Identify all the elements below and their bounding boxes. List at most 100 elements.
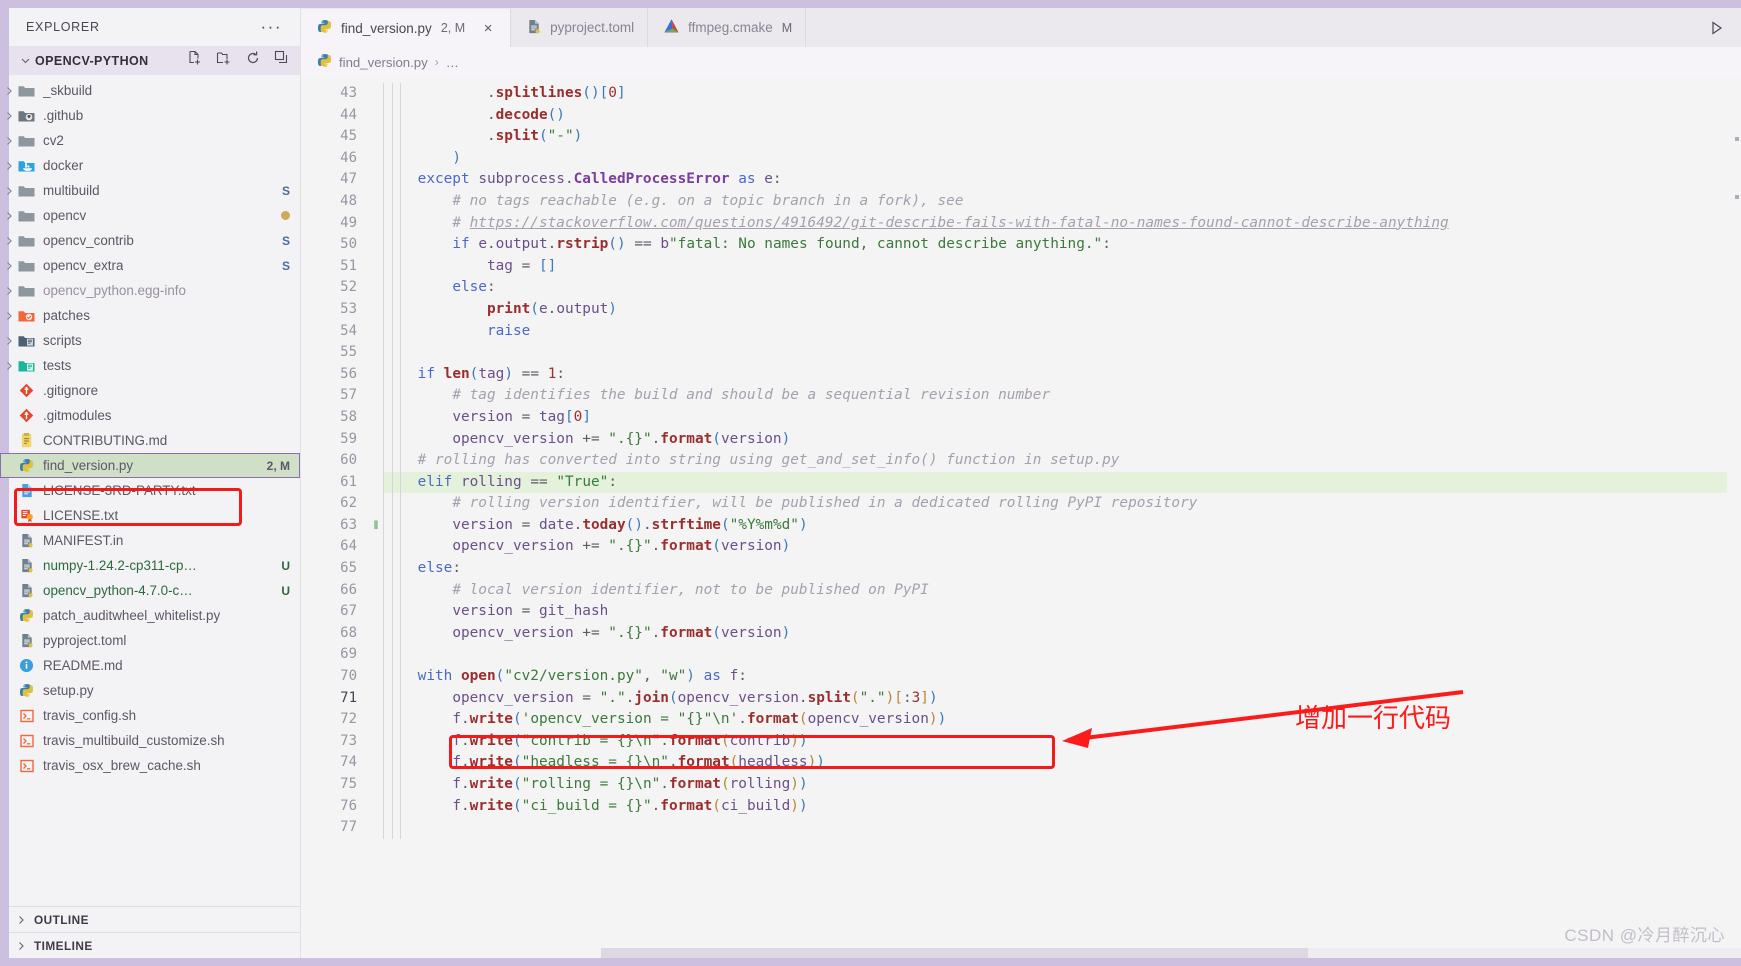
tree-folder-row[interactable]: patches xyxy=(0,303,300,328)
open-preview-icon[interactable] xyxy=(1693,8,1741,47)
tree-file-row[interactable]: LICENSE.txt xyxy=(0,503,300,528)
close-icon[interactable]: × xyxy=(479,21,497,36)
tree-file-row[interactable]: opencv_python-4.7.0-c… U xyxy=(0,578,300,603)
code-line[interactable]: else: xyxy=(383,558,1741,580)
code-line[interactable]: # tag identifies the build and should be… xyxy=(383,385,1741,407)
code-line[interactable]: opencv_version += ".{}".format(version) xyxy=(383,429,1741,451)
tree-file-row[interactable]: CONTRIBUTING.md xyxy=(0,428,300,453)
code-line[interactable]: opencv_version += ".{}".format(version) xyxy=(383,623,1741,645)
code-line[interactable]: ) xyxy=(383,148,1741,170)
code-line[interactable]: print(e.output) xyxy=(383,299,1741,321)
editor-gutter-slot xyxy=(369,105,383,127)
tree-folder-row[interactable]: .github xyxy=(0,103,300,128)
document-icon xyxy=(17,583,36,599)
code-line[interactable]: .splitlines()[0] xyxy=(383,83,1741,105)
tree-file-row[interactable]: MANIFEST.in xyxy=(0,528,300,553)
tree-file-row[interactable]: travis_multibuild_customize.sh xyxy=(0,728,300,753)
line-number-gutter: 43 44 45 46 47 48 49 50 51 52 53 54 55 56 57 58 59 60 61 62… xyxy=(301,77,369,958)
code-line[interactable]: # local version identifier, not to be pu… xyxy=(383,580,1741,602)
breadcrumb-file[interactable]: find_version.py xyxy=(339,55,428,70)
tree-file-row[interactable]: .gitignore xyxy=(0,378,300,403)
code-line[interactable] xyxy=(383,817,1741,839)
code-line[interactable] xyxy=(383,342,1741,364)
chevron-right-icon xyxy=(0,311,17,321)
tree-item-label: opencv_extra xyxy=(43,258,124,273)
code-line[interactable]: raise xyxy=(383,321,1741,343)
tree-file-row[interactable]: pyproject.toml xyxy=(0,628,300,653)
code-content[interactable]: .splitlines()[0] .decode() .split("-") )… xyxy=(383,77,1741,958)
code-line[interactable]: f.write('opencv_version = "{}"\n'.format… xyxy=(383,709,1741,731)
code-line[interactable] xyxy=(383,644,1741,666)
tree-file-row[interactable]: .gitmodules xyxy=(0,403,300,428)
file-tree[interactable]: _skbuild .github cv2 docker multibuild Sopenc… xyxy=(0,75,300,906)
tree-folder-row[interactable]: multibuild S xyxy=(0,178,300,203)
tree-folder-row[interactable]: opencv_contrib S xyxy=(0,228,300,253)
editor-scrollbar[interactable] xyxy=(1727,77,1741,958)
code-line[interactable]: f.write("rolling = {}\n".format(rolling)… xyxy=(383,774,1741,796)
tree-file-row[interactable]: setup.py xyxy=(0,678,300,703)
line-number: 68 xyxy=(340,624,357,641)
tree-folder-row[interactable]: _skbuild xyxy=(0,78,300,103)
breadcrumb[interactable]: find_version.py › … xyxy=(301,47,1741,77)
tree-folder-row[interactable]: scripts xyxy=(0,328,300,353)
code-line[interactable]: # rolling has converted into string usin… xyxy=(383,450,1741,472)
code-editor[interactable]: 43 44 45 46 47 48 49 50 51 52 53 54 55 56 57 58 59 60 61 62… xyxy=(301,77,1741,958)
tree-item-label: LICENSE.txt xyxy=(43,508,119,523)
tree-folder-row[interactable]: tests xyxy=(0,353,300,378)
tree-file-row[interactable]: numpy-1.24.2-cp311-cp… U xyxy=(0,553,300,578)
code-line[interactable]: f.write("contrib = {}\n".format(contrib)… xyxy=(383,731,1741,753)
code-line[interactable]: # rolling version identifier, will be pu… xyxy=(383,493,1741,515)
tree-folder-row[interactable]: opencv_extra S xyxy=(0,253,300,278)
scrollbar-thumb[interactable] xyxy=(601,948,1308,958)
cmake-icon xyxy=(664,19,679,36)
tree-file-row[interactable]: travis_osx_brew_cache.sh xyxy=(0,753,300,778)
code-line[interactable]: opencv_version += ".{}".format(version) xyxy=(383,536,1741,558)
code-line[interactable]: if len(tag) == 1: xyxy=(383,364,1741,386)
tree-item-label: setup.py xyxy=(43,683,94,698)
tree-file-row[interactable]: find_version.py 2, M xyxy=(0,453,300,478)
editor-gutter-slot xyxy=(369,321,383,343)
editor-gutter-slot xyxy=(369,536,383,558)
editor-tab[interactable]: pyproject.toml xyxy=(511,8,649,47)
collapse-all-icon[interactable] xyxy=(274,50,290,71)
code-line[interactable]: .decode() xyxy=(383,105,1741,127)
code-line[interactable]: # no tags reachable (e.g. on a topic bra… xyxy=(383,191,1741,213)
code-line[interactable]: version = date.today().strftime("%Y%m%d"… xyxy=(383,515,1741,537)
tree-file-row[interactable]: travis_config.sh xyxy=(0,703,300,728)
code-line[interactable]: f.write("headless = {}\n".format(headles… xyxy=(383,752,1741,774)
editor-tab[interactable]: find_version.py 2, M × xyxy=(301,8,512,47)
tree-folder-row[interactable]: docker xyxy=(0,153,300,178)
folder-icon xyxy=(17,208,36,224)
tree-file-row[interactable]: patch_auditwheel_whitelist.py xyxy=(0,603,300,628)
line-number: 44 xyxy=(340,106,357,123)
refresh-icon[interactable] xyxy=(245,50,261,71)
tree-folder-row[interactable]: opencv xyxy=(0,203,300,228)
code-line[interactable]: if e.output.rstrip() == b"fatal: No name… xyxy=(383,234,1741,256)
code-line[interactable]: elif rolling == "True": xyxy=(383,471,1741,494)
editor-tab[interactable]: ffmpeg.cmake M xyxy=(648,8,807,47)
explorer-more-actions-icon[interactable]: ··· xyxy=(257,18,286,35)
tree-folder-row[interactable]: cv2 xyxy=(0,128,300,153)
code-line[interactable]: else: xyxy=(383,277,1741,299)
code-line[interactable]: # https://stackoverflow.com/questions/49… xyxy=(383,213,1741,235)
project-root-row[interactable]: OPENCV-PYTHON xyxy=(0,46,300,75)
horizontal-scrollbar[interactable] xyxy=(601,948,1741,958)
code-line[interactable]: with open("cv2/version.py", "w") as f: xyxy=(383,666,1741,688)
panel-timeline[interactable]: TIMELINE xyxy=(0,932,300,958)
code-line[interactable]: version = tag[0] xyxy=(383,407,1741,429)
new-folder-icon[interactable] xyxy=(216,50,232,71)
code-line[interactable]: .split("-") xyxy=(383,126,1741,148)
tree-item-label: travis_config.sh xyxy=(43,708,137,723)
code-line[interactable]: except subprocess.CalledProcessError as … xyxy=(383,169,1741,191)
panel-outline[interactable]: OUTLINE xyxy=(0,906,300,932)
tree-file-row[interactable]: README.md xyxy=(0,653,300,678)
code-line[interactable]: f.write("ci_build = {}".format(ci_build)… xyxy=(383,796,1741,818)
tree-folder-row[interactable]: opencv_python.egg-info xyxy=(0,278,300,303)
breadcrumb-trail[interactable]: … xyxy=(446,55,459,70)
code-line[interactable]: tag = [] xyxy=(383,256,1741,278)
tree-file-row[interactable]: LICENSE-3RD-PARTY.txt xyxy=(0,478,300,503)
new-file-icon[interactable] xyxy=(187,50,203,71)
code-line[interactable]: version = git_hash xyxy=(383,601,1741,623)
code-line[interactable]: opencv_version = ".".join(opencv_version… xyxy=(383,688,1741,710)
indent-guide xyxy=(400,83,402,839)
